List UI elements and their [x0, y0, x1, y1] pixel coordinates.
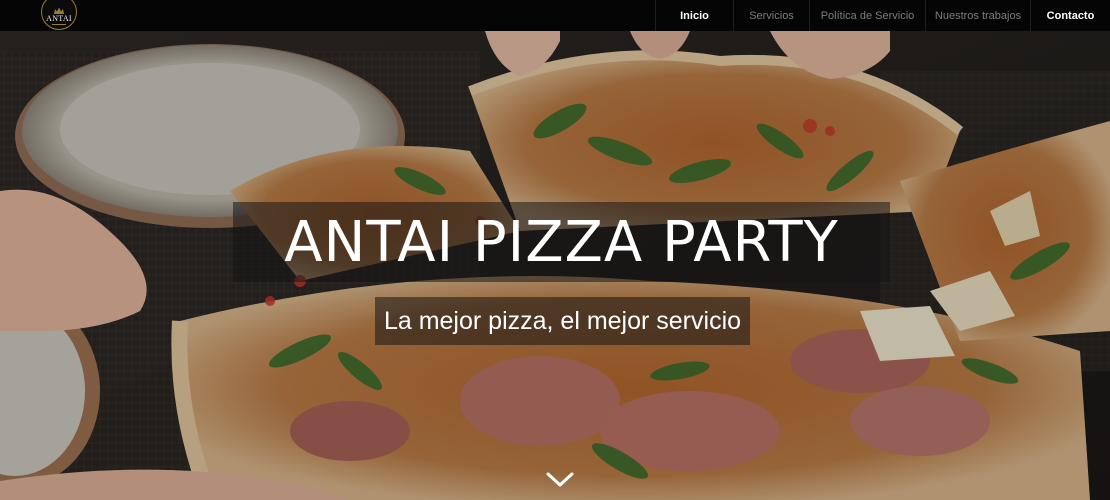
logo-badge: ANTAI: [41, 0, 77, 30]
top-navbar: ANTAI Inicio Servicios Política de Servi…: [0, 0, 1110, 31]
brand-logo[interactable]: ANTAI: [40, 0, 78, 31]
nav-item-trabajos[interactable]: Nuestros trabajos: [925, 0, 1030, 31]
hero-subtitle: La mejor pizza, el mejor servicio: [383, 306, 742, 335]
hero-subtitle-box: La mejor pizza, el mejor servicio: [375, 297, 750, 345]
nav-item-contacto[interactable]: Contacto: [1030, 0, 1110, 31]
hero-title: ANTAI PIZZA PARTY: [284, 209, 839, 275]
main-menu: Inicio Servicios Política de Servicio Nu…: [655, 0, 1110, 31]
chevron-down-icon[interactable]: [544, 469, 576, 491]
nav-item-inicio[interactable]: Inicio: [655, 0, 733, 31]
hero-section: ANTAI PIZZA PARTY La mejor pizza, el mej…: [0, 31, 1110, 500]
nav-item-servicios[interactable]: Servicios: [733, 0, 809, 31]
logo-text: ANTAI: [46, 13, 72, 23]
crown-icon: [54, 7, 64, 14]
nav-item-politica[interactable]: Política de Servicio: [809, 0, 925, 31]
hero-title-box: ANTAI PIZZA PARTY: [233, 202, 890, 282]
logo-underline: [52, 23, 66, 25]
